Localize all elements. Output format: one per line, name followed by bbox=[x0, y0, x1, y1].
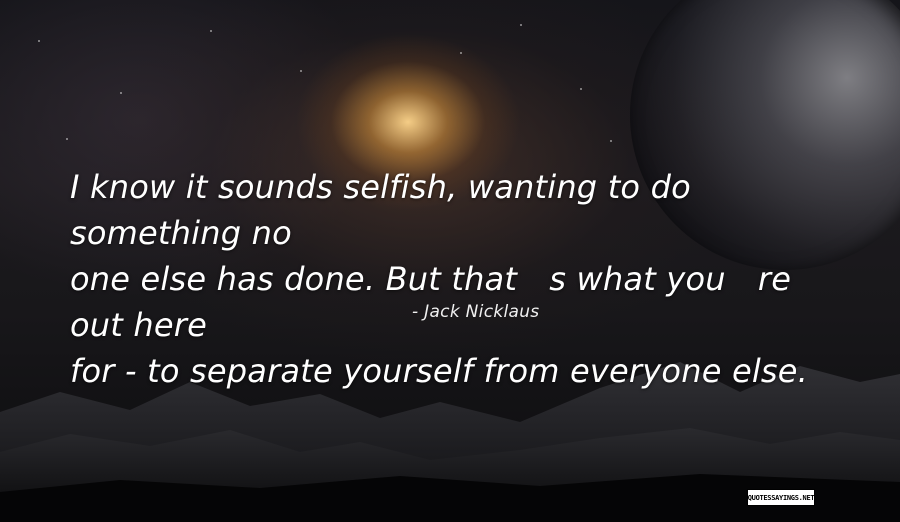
quote-line: for - to separate yourself from everyone… bbox=[70, 352, 809, 390]
quote-image: I know it sounds selfish, wanting to do … bbox=[0, 0, 900, 522]
watermark-text: QUOTESSAYINGS.NET bbox=[747, 493, 815, 502]
quote-text: I know it sounds selfish, wanting to do … bbox=[70, 164, 850, 394]
quote-author: - Jack Nicklaus bbox=[412, 302, 540, 322]
quote-line: I know it sounds selfish, wanting to do … bbox=[70, 168, 691, 252]
site-watermark: QUOTESSAYINGS.NET bbox=[747, 489, 815, 506]
